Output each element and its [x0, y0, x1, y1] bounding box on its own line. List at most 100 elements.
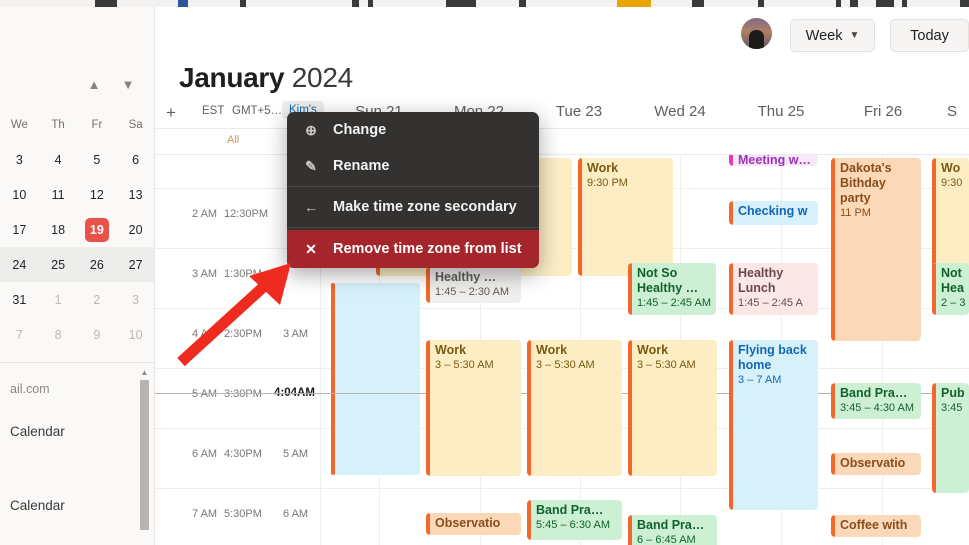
- calendar-event[interactable]: Checking w: [729, 201, 818, 225]
- calendar-event[interactable]: Healthy … 1:45 – 2:30 AM: [426, 267, 521, 303]
- calendar-event[interactable]: Wo 9:30: [932, 158, 969, 276]
- context-menu-item[interactable]: ✕ Remove time zone from list: [287, 230, 539, 268]
- calendar-event[interactable]: Healthy Lunch 1:45 – 2:45 A: [729, 263, 818, 315]
- mini-calendar-day[interactable]: 20: [116, 218, 154, 242]
- event-accent-bar: [729, 340, 733, 510]
- mini-calendar: We Th Fr Sa 3 4 5 6 10 11 12 13 17 18 19 20 24 25 26 27…: [0, 107, 154, 352]
- mini-calendar-day[interactable]: 4: [39, 148, 78, 172]
- event-accent-bar: [831, 383, 835, 419]
- calendar-event[interactable]: Observatio: [831, 453, 921, 475]
- mini-calendar-day[interactable]: 5: [78, 148, 117, 172]
- mini-calendar-day[interactable]: 8: [39, 323, 78, 347]
- mini-calendar-day-label: 20: [128, 222, 143, 237]
- mini-calendar-day[interactable]: 17: [0, 218, 39, 242]
- mini-calendar-day[interactable]: 6: [116, 148, 154, 172]
- mini-calendar-day-label: 18: [51, 222, 66, 237]
- chevron-up-icon[interactable]: ▲: [86, 77, 102, 93]
- mini-calendar-day[interactable]: 10: [0, 183, 39, 207]
- mini-calendar-day[interactable]: 12: [78, 183, 117, 207]
- mini-calendar-day[interactable]: 10: [116, 323, 154, 347]
- event-time: 6 – 6:45 AM: [637, 534, 696, 545]
- avatar[interactable]: [741, 18, 772, 49]
- calendar-event[interactable]: Band Pra… 3:45 – 4:30 AM: [831, 383, 921, 419]
- calendar-event[interactable]: Meeting w…: [729, 155, 818, 166]
- context-menu-item-label: Change: [333, 122, 387, 138]
- page-title: January 2024: [179, 62, 353, 94]
- mini-calendar-day[interactable]: 2: [78, 288, 117, 312]
- event-title: Band Pra…: [637, 518, 705, 532]
- day-header-thu[interactable]: Thu 25: [731, 103, 831, 120]
- calendar-event[interactable]: Work 9:30 PM: [578, 158, 673, 276]
- calendar-event[interactable]: Band Pra… 6 – 6:45 AM: [628, 515, 717, 545]
- event-accent-bar: [628, 263, 632, 315]
- scroll-up-icon[interactable]: ▲: [140, 367, 149, 378]
- mini-calendar-day[interactable]: 27: [116, 253, 154, 277]
- mini-calendar-day-label: 3: [132, 292, 140, 307]
- scrollbar-thumb[interactable]: [140, 380, 149, 530]
- calendar-event[interactable]: Work 3 – 5:30 AM: [628, 340, 717, 476]
- event-time: 2 – 3: [941, 297, 966, 309]
- mini-calendar-week-row: 10 11 12 13: [0, 177, 154, 212]
- calendar-event[interactable]: Dakota's Bithday party 11 PM: [831, 158, 921, 341]
- event-time: 1:45 – 2:45 A: [738, 297, 803, 309]
- mini-calendar-day[interactable]: 11: [39, 183, 78, 207]
- mini-calendar-weeks: 3 4 5 6 10 11 12 13 17 18 19 20 24 25 26 27 31 1 2 3 7 8 9 10: [0, 142, 154, 352]
- selected-time-block[interactable]: [331, 283, 420, 475]
- today-button-label: Today: [910, 27, 949, 44]
- mini-calendar-day[interactable]: 31: [0, 288, 39, 312]
- sidebar-divider: [0, 362, 154, 363]
- context-menu-item[interactable]: ✎ Rename: [287, 148, 539, 184]
- event-title: Observatio: [840, 456, 906, 470]
- mini-calendar-day[interactable]: 3: [0, 148, 39, 172]
- day-header-sat[interactable]: S: [934, 103, 969, 120]
- time-label-gmt: 5:30PM: [224, 508, 262, 520]
- calendar-event[interactable]: Band Pra… 5:45 – 6:30 AM: [527, 500, 622, 540]
- calendar-event[interactable]: Pub 3:45: [932, 383, 969, 493]
- calendar-item-2[interactable]: Calendar: [0, 483, 154, 527]
- timezone-label-gmt[interactable]: GMT+5…: [232, 105, 282, 117]
- mini-calendar-day[interactable]: 26: [78, 253, 117, 277]
- calendar-app: ▲ ▼ We Th Fr Sa 3 4 5 6 10 11 12 13 17 18 19 20 24 25…: [0, 0, 969, 545]
- context-menu-item[interactable]: ⊕ Change: [287, 112, 539, 148]
- context-menu-item-label: Remove time zone from list: [333, 241, 522, 257]
- calendar-item-1[interactable]: Calendar: [0, 409, 154, 453]
- day-header-tue[interactable]: Tue 23: [529, 103, 629, 120]
- event-accent-bar: [729, 263, 733, 315]
- today-button[interactable]: Today: [890, 19, 969, 52]
- event-title: Coffee with: [840, 518, 908, 532]
- view-selector-label: Week: [805, 27, 843, 44]
- mini-calendar-day[interactable]: 7: [0, 323, 39, 347]
- mini-calendar-day[interactable]: 9: [78, 323, 117, 347]
- calendar-event[interactable]: Not Hea 2 – 3: [932, 263, 969, 315]
- event-title: Observatio: [435, 516, 501, 530]
- mini-calendar-day[interactable]: 25: [39, 253, 78, 277]
- event-title: Not So Healthy …: [637, 266, 699, 295]
- calendar-event[interactable]: Not So Healthy … 1:45 – 2:45 AM: [628, 263, 716, 315]
- calendar-event[interactable]: Work 3 – 5:30 AM: [426, 340, 521, 476]
- calendar-event[interactable]: Flying back home 3 – 7 AM: [729, 340, 818, 510]
- sidebar-scrollbar[interactable]: ▲: [140, 367, 149, 545]
- day-header-fri[interactable]: Fri 26: [833, 103, 933, 120]
- mini-calendar-day[interactable]: 19: [78, 217, 117, 242]
- event-accent-bar: [831, 158, 835, 341]
- context-menu-item[interactable]: ← Make time zone secondary: [287, 189, 539, 225]
- mini-calendar-day[interactable]: 24: [0, 253, 39, 277]
- mini-calendar-day[interactable]: 13: [116, 183, 154, 207]
- time-label-gmt: 1:30PM: [224, 268, 262, 280]
- timezone-label-est[interactable]: EST: [202, 105, 224, 117]
- mini-calendar-day[interactable]: 1: [39, 288, 78, 312]
- mini-calendar-day-label: 10: [128, 327, 143, 342]
- day-header-wed[interactable]: Wed 24: [630, 103, 730, 120]
- calendar-event[interactable]: Work 3 – 5:30 AM: [527, 340, 622, 476]
- calendar-event[interactable]: Observatio: [426, 513, 521, 535]
- calendar-event[interactable]: Coffee with: [831, 515, 921, 537]
- chevron-down-icon[interactable]: ▼: [120, 77, 136, 93]
- mini-calendar-day[interactable]: 18: [39, 218, 78, 242]
- add-timezone-button[interactable]: +: [160, 102, 182, 124]
- mini-calendar-day-label: 1: [54, 292, 62, 307]
- timezone-context-menu[interactable]: ⊕ Change ✎ Rename ← Make time zone secondary ✕…: [287, 112, 539, 268]
- account-email[interactable]: ail.com: [0, 369, 154, 409]
- mini-calendar-day[interactable]: 3: [116, 288, 154, 312]
- calendar-grid[interactable]: 2 AM 12:30PM 3 AM 1:30PM 4 AM 2:30PM 3 AM 5 AM 3…: [155, 155, 969, 545]
- view-selector-week[interactable]: Week ▼: [790, 19, 875, 52]
